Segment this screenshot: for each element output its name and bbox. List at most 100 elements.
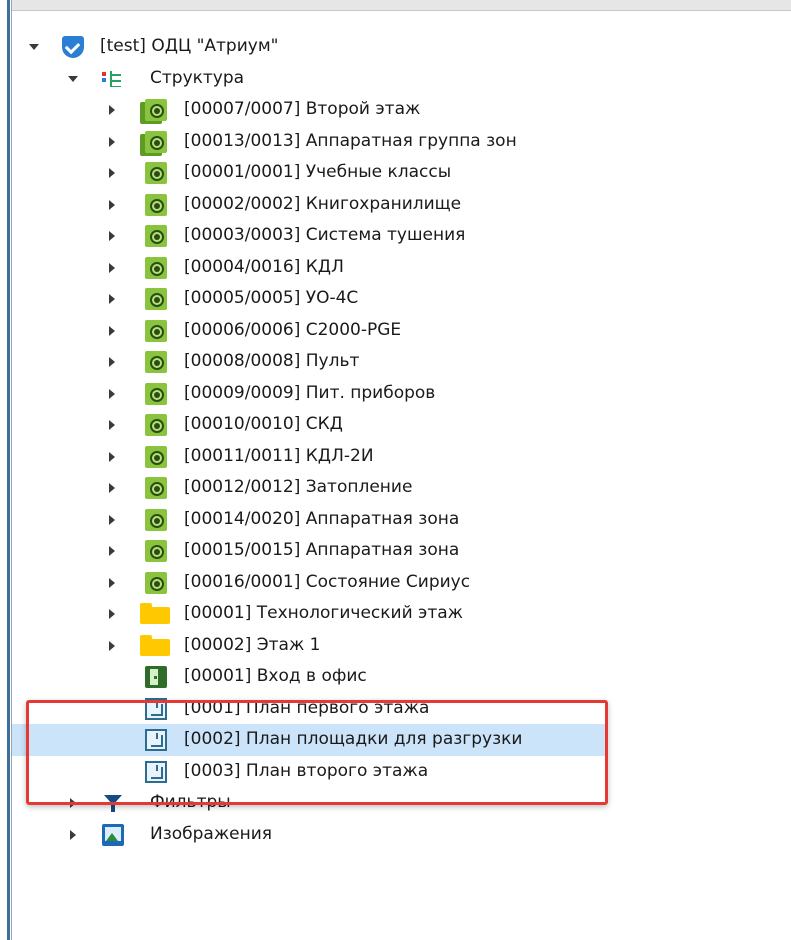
tree-node-structure[interactable]: Структура	[12, 63, 791, 95]
expand-arrow-icon[interactable]	[106, 94, 118, 126]
zone-group-icon	[145, 130, 167, 153]
expand-arrow-icon[interactable]	[106, 535, 118, 567]
tree-node-zone[interactable]: [00001/0001] Учебные классы	[12, 157, 791, 189]
tree-root-label: [test] ОДЦ "Атриум"	[100, 36, 279, 56]
tree-node-label: Фильтры	[150, 792, 231, 812]
collapse-arrow-icon[interactable]	[28, 31, 40, 63]
expand-arrow-icon[interactable]	[106, 409, 118, 441]
expand-arrow-icon[interactable]	[106, 441, 118, 473]
expand-arrow-icon[interactable]	[106, 630, 118, 662]
tree-node-plan[interactable]: [0003] План второго этажа	[12, 756, 791, 788]
tree-node-plan[interactable]: [0001] План первого этажа	[12, 693, 791, 725]
tree-node-label: [00011/0011] КДЛ-2И	[184, 445, 374, 466]
zone-icon	[145, 477, 167, 499]
tree-node-zone[interactable]: [00007/0007] Второй этаж	[12, 94, 791, 126]
expand-arrow-icon[interactable]	[106, 567, 118, 599]
folder-icon	[140, 634, 170, 656]
expand-arrow-icon[interactable]	[106, 598, 118, 630]
expand-arrow-icon[interactable]	[106, 346, 118, 378]
structure-icon	[100, 68, 122, 90]
tree-node-filters[interactable]: Фильтры	[12, 787, 791, 819]
collapse-arrow-icon[interactable]	[67, 63, 79, 95]
door-icon	[145, 666, 167, 688]
tree-node-label: [00016/0001] Состояние Сириус	[184, 571, 471, 592]
expand-arrow-icon[interactable]	[67, 787, 79, 819]
tree-node-zone[interactable]: [00013/0013] Аппаратная группа зон	[12, 126, 791, 158]
tree-node-zone[interactable]: [00015/0015] Аппаратная зона	[12, 535, 791, 567]
tree-node-label: [00015/0015] Аппаратная зона	[184, 540, 460, 560]
expand-arrow-icon[interactable]	[106, 472, 118, 504]
expand-arrow-icon[interactable]	[106, 126, 118, 158]
tree-node-images[interactable]: Изображения	[12, 819, 791, 851]
zone-group-icon	[145, 99, 167, 121]
expand-arrow-icon[interactable]	[106, 220, 118, 252]
tree-node-label: [00001/0001] Учебные классы	[184, 162, 452, 182]
filter-icon	[102, 792, 124, 814]
tree-node-label: [00006/0006] С2000-PGE	[184, 319, 402, 340]
tree-node-label: Структура	[150, 67, 245, 88]
zone-icon	[145, 193, 167, 216]
zone-icon	[145, 508, 167, 531]
expand-arrow-icon[interactable]	[106, 157, 118, 189]
tree-node-label: [0003] План второго этажа	[184, 760, 429, 781]
tree-node-zone[interactable]: [00010/0010] СКД	[12, 409, 791, 441]
tree-root[interactable]: [test] ОДЦ "Атриум"	[12, 31, 791, 63]
zone-icon	[145, 256, 167, 279]
tree-node-label: [00001] Вход в офис	[184, 666, 367, 686]
expand-arrow-icon[interactable]	[106, 189, 118, 221]
expand-arrow-icon[interactable]	[67, 819, 79, 851]
tree-node-label: [00010/0010] СКД	[184, 414, 343, 434]
tree-node-zone[interactable]: [00005/0005] УО-4С	[12, 283, 791, 315]
image-icon	[102, 823, 124, 846]
tree-node-zone[interactable]: [00014/0020] Аппаратная зона	[12, 504, 791, 536]
expand-arrow-icon[interactable]	[106, 504, 118, 536]
window-top-edge	[0, 0, 791, 11]
tree-node-label: [00009/0009] Пит. приборов	[184, 382, 436, 403]
zone-icon	[145, 414, 167, 436]
tree-node-zone[interactable]: [00012/0012] Затопление	[12, 472, 791, 504]
window-left-edge	[0, 0, 12, 940]
tree-node-folder[interactable]: [00001] Технологический этаж	[12, 598, 791, 630]
tree-node-door[interactable]: [00001] Вход в офис	[12, 661, 791, 693]
tree-node-label: [00004/0016] КДЛ	[184, 256, 344, 277]
zone-icon	[145, 445, 167, 468]
tree-node-label: [00008/0008] Пульт	[184, 351, 360, 371]
tree-node-label: [00001] Технологический этаж	[184, 603, 463, 623]
tree-node-zone[interactable]: [00008/0008] Пульт	[12, 346, 791, 378]
tree-node-label: [00013/0013] Аппаратная группа зон	[184, 130, 517, 151]
floor-plan-icon	[145, 697, 167, 720]
zone-icon	[145, 319, 167, 342]
expand-arrow-icon[interactable]	[106, 378, 118, 410]
tree-node-label: [0002] План площадки для разгрузки	[184, 729, 523, 749]
zone-icon	[145, 225, 167, 247]
tree-node-zone[interactable]: [00011/0011] КДЛ-2И	[12, 441, 791, 473]
tree-node-zone[interactable]: [00004/0016] КДЛ	[12, 252, 791, 284]
tree-node-label: [00005/0005] УО-4С	[184, 288, 359, 308]
object-tree: [test] ОДЦ "Атриум" Структура [00007/000…	[12, 31, 791, 850]
zone-icon	[145, 382, 167, 405]
expand-arrow-icon[interactable]	[106, 283, 118, 315]
tree-node-plan-selected[interactable]: [0002] План площадки для разгрузки	[12, 724, 608, 756]
folder-icon	[140, 603, 170, 624]
tree-node-label: [00003/0003] Система тушения	[184, 225, 466, 245]
tree-node-label: [00012/0012] Затопление	[184, 477, 413, 497]
tree-node-label: [00002/0002] Книгохранилище	[184, 193, 462, 214]
tree-node-label: Изображения	[150, 823, 273, 844]
tree-node-zone[interactable]: [00002/0002] Книгохранилище	[12, 189, 791, 221]
shield-icon	[62, 36, 84, 58]
tree-node-label: [0001] План первого этажа	[184, 697, 430, 718]
zone-icon	[145, 162, 167, 184]
expand-arrow-icon[interactable]	[106, 315, 118, 347]
expand-arrow-icon[interactable]	[106, 252, 118, 284]
zone-icon	[145, 571, 167, 594]
tree-node-zone[interactable]: [00006/0006] С2000-PGE	[12, 315, 791, 347]
tree-node-folder[interactable]: [00002] Этаж 1	[12, 630, 791, 662]
tree-node-zone[interactable]: [00016/0001] Состояние Сириус	[12, 567, 791, 599]
zone-icon	[145, 540, 167, 562]
floor-plan-icon	[145, 729, 167, 751]
zone-icon	[145, 351, 167, 373]
tree-node-zone[interactable]: [00003/0003] Система тушения	[12, 220, 791, 252]
tree-node-label: [00002] Этаж 1	[184, 634, 321, 655]
tree-node-zone[interactable]: [00009/0009] Пит. приборов	[12, 378, 791, 410]
tree-node-label: [00007/0007] Второй этаж	[184, 99, 421, 119]
